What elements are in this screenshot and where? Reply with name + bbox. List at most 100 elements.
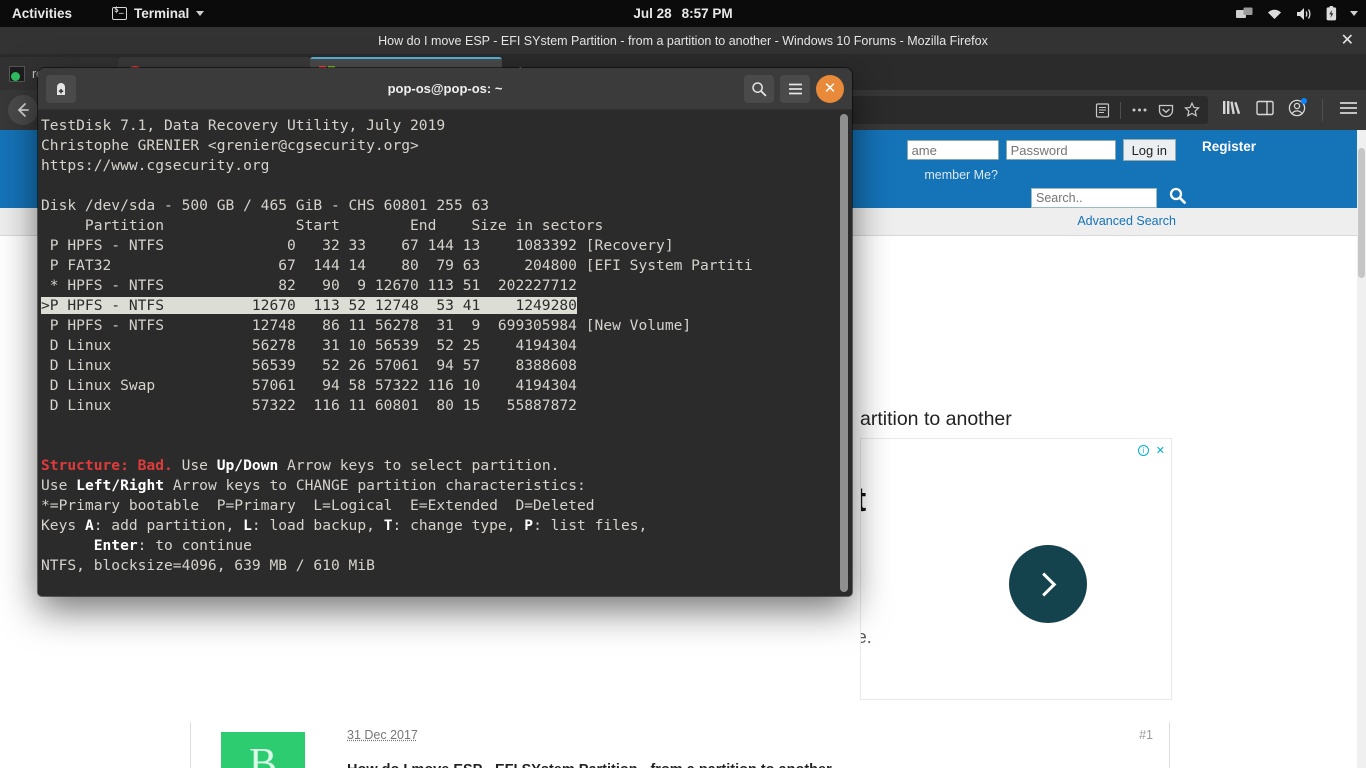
system-menu-chevron-down-icon[interactable]	[1350, 11, 1358, 16]
side-advertisement[interactable]: i ✕ est our ffordable.	[860, 438, 1172, 700]
divider	[1120, 101, 1121, 119]
output-line: Disk /dev/sda - 500 GB / 465 GiB - CHS 6…	[41, 197, 490, 214]
scrollbar-thumb[interactable]	[1358, 148, 1365, 278]
ad-body-line-2: ffordable.	[861, 627, 872, 647]
ellipsis-icon[interactable]	[1131, 107, 1148, 113]
password-field[interactable]	[1005, 140, 1116, 160]
output-line: TestDisk 7.1, Data Recovery Utility, Jul…	[41, 117, 446, 134]
username-field[interactable]	[906, 140, 999, 160]
terminal-close-button[interactable]: ✕	[816, 74, 844, 103]
battery-icon	[1326, 6, 1337, 21]
recovery-icon	[9, 65, 25, 82]
key-hint-updown: Up/Down	[216, 457, 279, 474]
search-input[interactable]	[1031, 188, 1157, 208]
table-row-selected[interactable]: >P HPFS - NTFS 12670 113 52 12748 53 41 …	[41, 297, 577, 314]
avatar[interactable]: B	[221, 732, 305, 768]
footer-text: NTFS, blocksize=4096, 639 MB / 610 MiB	[41, 557, 375, 574]
star-icon[interactable]	[1184, 102, 1200, 118]
app-menu-terminal[interactable]: Terminal	[104, 5, 212, 21]
register-link[interactable]: Register	[1202, 139, 1256, 154]
search-icon[interactable]	[1169, 187, 1186, 209]
table-row[interactable]: D Linux Swap 57061 94 58 57322 116 10 41…	[41, 377, 577, 394]
table-row[interactable]: D Linux 57322 116 11 60801 80 15 5588787…	[41, 397, 577, 414]
output-line: Christophe GRENIER <grenier@cgsecurity.o…	[41, 137, 419, 154]
status-text: : load backup,	[251, 517, 384, 534]
screen-root: Activities Terminal Jul 28 8:57 PM How do…	[0, 0, 1366, 768]
account-icon[interactable]	[1288, 97, 1307, 122]
activities-button[interactable]: Activities	[0, 6, 82, 21]
sidebar-icon[interactable]	[1256, 100, 1274, 121]
pocket-icon[interactable]	[1158, 103, 1174, 118]
account-notification-dot	[1301, 97, 1307, 104]
terminal-icon	[112, 5, 128, 20]
forum-search	[1031, 187, 1186, 209]
chevron-down-icon	[196, 11, 205, 16]
new-terminal-icon[interactable]	[46, 74, 76, 103]
status-badge: Structure: Bad.	[41, 457, 173, 474]
ad-headline: est	[861, 481, 866, 520]
clock-date: Jul 28	[633, 6, 672, 21]
table-row[interactable]: * HPFS - NTFS 82 90 9 12670 113 51 20222…	[41, 277, 577, 294]
status-text: : to continue	[137, 537, 252, 554]
table-row[interactable]: D Linux 56539 52 26 57061 94 57 8388608	[41, 357, 577, 374]
advanced-search-link[interactable]: Advanced Search	[1077, 214, 1176, 228]
key-hint-l: L	[243, 517, 252, 534]
chevron-right-icon[interactable]	[1009, 545, 1087, 623]
hamburger-menu-icon[interactable]	[780, 74, 810, 103]
login-button[interactable]: Log in	[1122, 139, 1176, 161]
window-close-button[interactable]: ✕	[1341, 32, 1354, 49]
ad-close-icon[interactable]: ✕	[1156, 444, 1165, 457]
remember-me-label: member Me?	[924, 168, 998, 182]
screencast-icon	[1236, 7, 1253, 18]
firefox-titlebar: How do I move ESP - EFI SYstem Partition…	[0, 27, 1366, 54]
scrollbar-thumb[interactable]	[840, 114, 848, 592]
status-text: Use	[41, 477, 77, 494]
table-row[interactable]: P FAT32 67 144 14 80 79 63 204800 [EFI S…	[41, 257, 753, 274]
output-line: https://www.cgsecurity.org	[41, 157, 270, 174]
status-text: Arrow keys to CHANGE partition character…	[164, 477, 586, 494]
divider	[1322, 99, 1323, 121]
clock-time: 8:57 PM	[681, 6, 733, 21]
key-hint-a: A	[84, 517, 94, 534]
forum-post: B 31 Dec 2017 #1 How do I move ESP - EFI…	[190, 722, 1170, 768]
hamburger-menu-icon[interactable]	[1339, 101, 1358, 120]
terminal-window: pop-os@pop-os: ~ ✕ TestDisk 7.1, Data Re…	[38, 68, 852, 596]
reader-mode-icon[interactable]	[1095, 102, 1110, 118]
terminal-titlebar: pop-os@pop-os: ~ ✕	[38, 68, 852, 110]
library-icon[interactable]	[1222, 99, 1242, 121]
key-hint-enter: Enter	[93, 537, 138, 554]
terminal-body[interactable]: TestDisk 7.1, Data Recovery Utility, Jul…	[38, 110, 852, 596]
status-text: Use	[172, 457, 217, 474]
back-arrow-icon[interactable]	[8, 95, 38, 125]
key-hint-p: P	[524, 517, 534, 534]
page-scrollbar[interactable]	[1357, 130, 1366, 768]
post-title: How do I move ESP - EFI SYstem Partition…	[347, 762, 1151, 768]
table-header: Partition Start End Size in sectors	[41, 217, 604, 234]
login-form: Log in	[906, 139, 1176, 161]
post-date: 31 Dec 2017	[347, 728, 418, 742]
volume-icon	[1297, 7, 1311, 20]
key-hint-t: T	[383, 517, 393, 534]
toolbar-right-icons	[1212, 97, 1358, 122]
terminal-header-controls: ✕	[744, 74, 844, 103]
terminal-title: pop-os@pop-os: ~	[387, 81, 503, 96]
table-row[interactable]: D Linux 56278 31 10 56539 52 25 4194304	[41, 337, 577, 354]
post-number[interactable]: #1	[1139, 728, 1153, 742]
system-status-area[interactable]	[1236, 6, 1358, 21]
legend-text: *=Primary bootable P=Primary L=Logical E…	[41, 497, 595, 514]
ad-info-icon[interactable]: i	[1137, 445, 1149, 456]
gnome-top-bar: Activities Terminal Jul 28 8:57 PM	[0, 0, 1366, 27]
ad-controls: i ✕	[1137, 444, 1165, 457]
key-hint-leftright: Left/Right	[76, 477, 165, 494]
terminal-scrollbar[interactable]	[839, 114, 849, 592]
app-menu-label: Terminal	[134, 6, 190, 21]
status-text: : add partition,	[93, 517, 244, 534]
table-row[interactable]: P HPFS - NTFS 12748 86 11 56278 31 9 699…	[41, 317, 691, 334]
search-icon[interactable]	[744, 74, 774, 103]
table-row[interactable]: P HPFS - NTFS 0 32 33 67 144 13 1083392 …	[41, 237, 674, 254]
terminal-output: TestDisk 7.1, Data Recovery Utility, Jul…	[40, 116, 852, 576]
status-text: Arrow keys to select partition.	[278, 457, 560, 474]
status-text: : change type,	[392, 517, 525, 534]
status-text: Keys	[41, 517, 85, 534]
page-title: artition to another	[860, 408, 1012, 430]
